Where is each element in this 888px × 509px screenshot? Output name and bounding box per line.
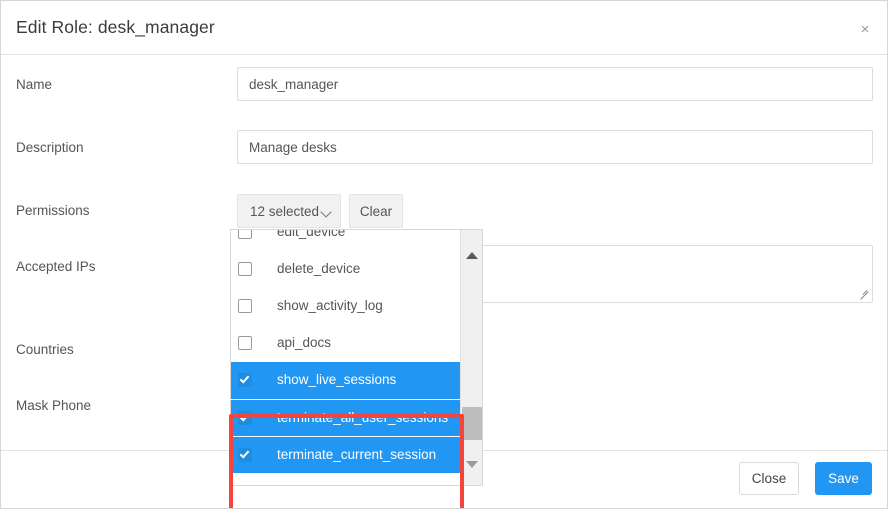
checkbox-api-docs[interactable] bbox=[238, 336, 252, 350]
dropdown-item-label: edit_device bbox=[277, 229, 346, 239]
checkbox-delete-device[interactable] bbox=[238, 262, 252, 276]
description-input[interactable] bbox=[237, 130, 873, 164]
edit-role-dialog: Edit Role: desk_manager × Name Descripti… bbox=[0, 0, 888, 509]
permissions-dropdown[interactable]: edit_device delete_device show_activity_… bbox=[230, 229, 483, 486]
dropdown-item-api-docs[interactable]: api_docs bbox=[231, 325, 460, 362]
label-mask-phone: Mask Phone bbox=[16, 398, 92, 413]
label-accepted-ips: Accepted IPs bbox=[16, 259, 96, 274]
dropdown-item-label: show_live_sessions bbox=[277, 372, 397, 387]
dropdown-item-label: api_docs bbox=[277, 335, 332, 350]
checkbox-show-activity-log[interactable] bbox=[238, 299, 252, 313]
name-input[interactable] bbox=[237, 67, 873, 101]
permissions-select-button[interactable]: 12 selected bbox=[237, 194, 341, 228]
dropdown-item-label: terminate_current_session bbox=[277, 447, 437, 462]
dropdown-item-label: delete_device bbox=[277, 261, 361, 276]
dialog-header: Edit Role: desk_manager × bbox=[1, 1, 887, 55]
dialog-body: Name Description Permissions 12 selected… bbox=[1, 55, 887, 508]
dropdown-item-edit-device[interactable]: edit_device bbox=[231, 229, 460, 251]
label-permissions: Permissions bbox=[16, 203, 90, 218]
close-button[interactable]: Close bbox=[739, 462, 799, 495]
permissions-select-label: 12 selected bbox=[250, 204, 320, 219]
dropdown-scrollbar[interactable] bbox=[460, 230, 482, 485]
chevron-down-icon bbox=[320, 206, 332, 218]
label-name: Name bbox=[16, 77, 53, 92]
dropdown-item-show-activity-log[interactable]: show_activity_log bbox=[231, 288, 460, 325]
label-countries: Countries bbox=[16, 342, 74, 357]
triangle-up-icon[interactable] bbox=[466, 252, 478, 259]
dropdown-item-label: show_activity_log bbox=[277, 298, 383, 313]
label-description: Description bbox=[16, 140, 84, 155]
triangle-down-icon[interactable] bbox=[466, 461, 478, 468]
dropdown-item-terminate-current-session[interactable]: terminate_current_session bbox=[231, 436, 460, 473]
permissions-dropdown-list: edit_device delete_device show_activity_… bbox=[231, 230, 460, 473]
save-button[interactable]: Save bbox=[815, 462, 872, 495]
dropdown-item-show-live-sessions[interactable]: show_live_sessions bbox=[231, 362, 460, 399]
dropdown-item-delete-device[interactable]: delete_device bbox=[231, 251, 460, 288]
checkbox-terminate-all-user-sessions[interactable] bbox=[238, 411, 252, 425]
clear-button[interactable]: Clear bbox=[349, 194, 403, 228]
checkbox-edit-device[interactable] bbox=[238, 230, 252, 239]
checkbox-terminate-current-session[interactable] bbox=[238, 448, 252, 462]
scrollbar-thumb[interactable] bbox=[462, 407, 482, 440]
dropdown-item-label: terminate_all_user_sessions bbox=[277, 410, 449, 425]
page-title: Edit Role: desk_manager bbox=[16, 17, 215, 37]
dropdown-item-terminate-all-user-sessions[interactable]: terminate_all_user_sessions bbox=[231, 399, 460, 436]
checkbox-show-live-sessions[interactable] bbox=[238, 373, 252, 387]
close-icon[interactable]: × bbox=[856, 21, 874, 39]
